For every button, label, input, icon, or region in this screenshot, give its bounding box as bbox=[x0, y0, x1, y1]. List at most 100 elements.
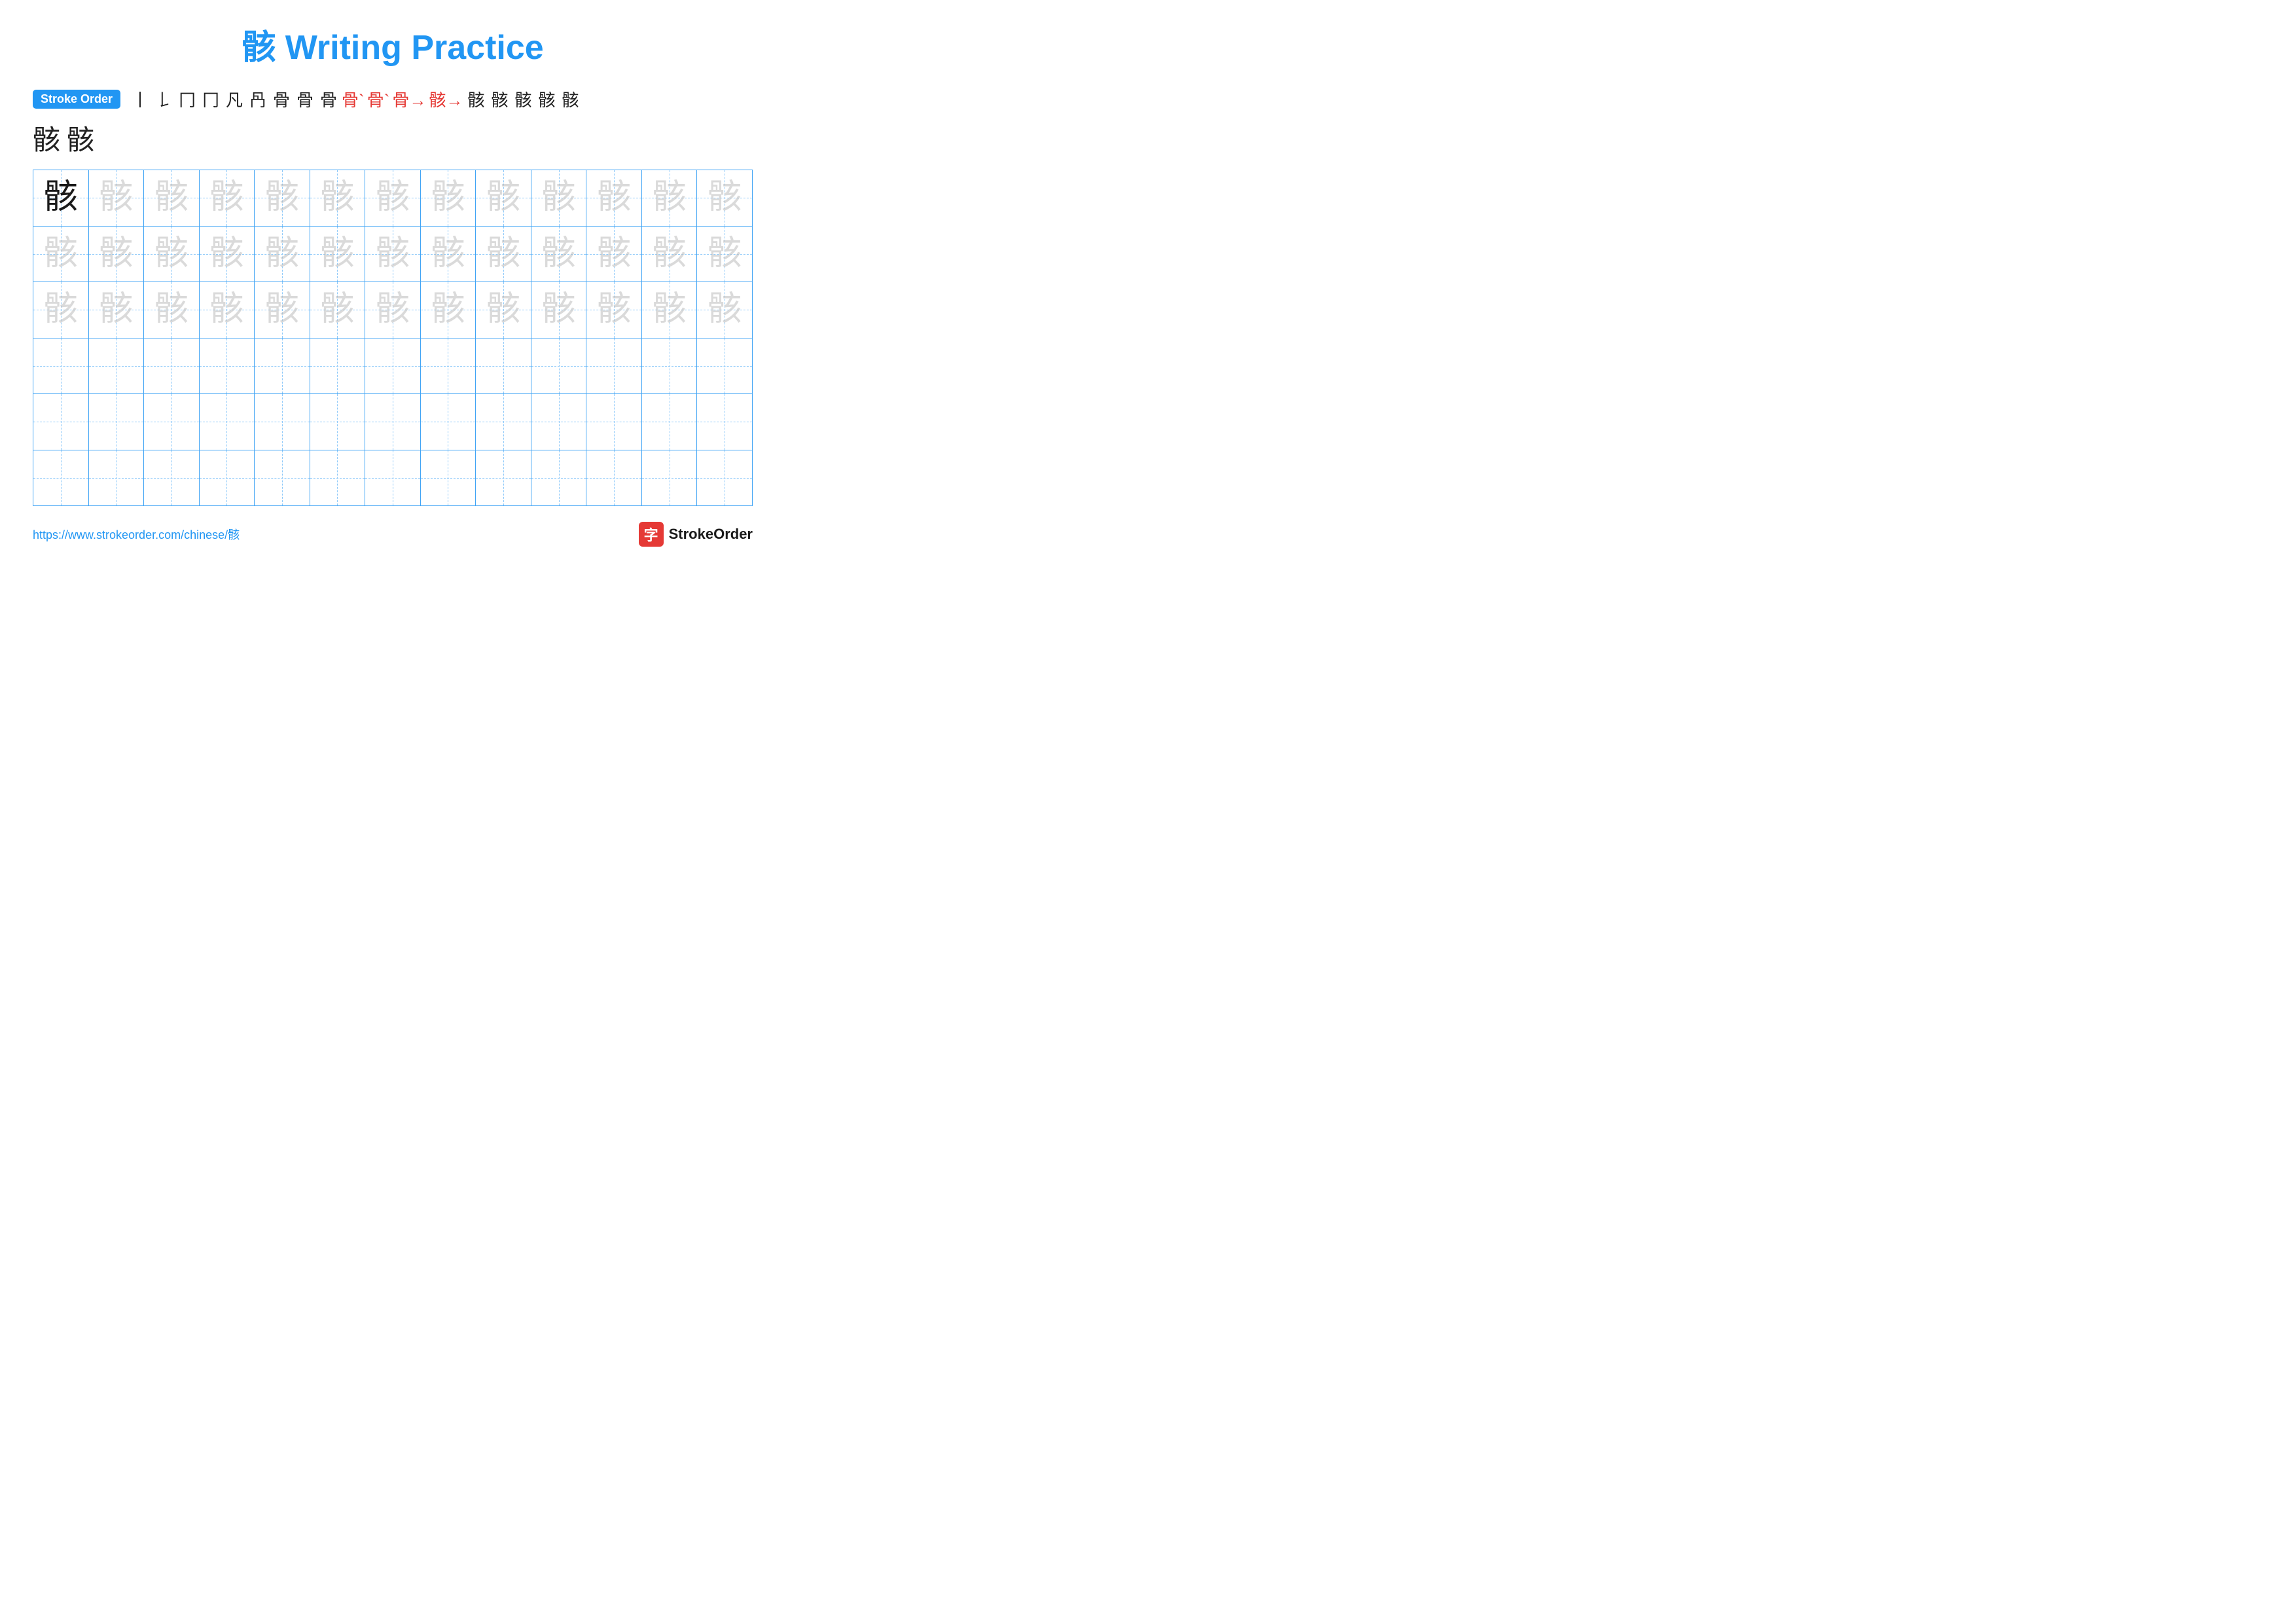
grid-cell-4-3[interactable] bbox=[144, 338, 200, 394]
grid-cell-1-1[interactable]: 骸 bbox=[33, 170, 89, 226]
grid-cell-4-12[interactable] bbox=[642, 338, 698, 394]
grid-cell-3-1[interactable]: 骸 bbox=[33, 282, 89, 338]
grid-cell-6-11[interactable] bbox=[586, 450, 642, 506]
grid-cell-2-7[interactable]: 骸 bbox=[365, 227, 421, 282]
grid-cell-6-3[interactable] bbox=[144, 450, 200, 506]
grid-cell-5-12[interactable] bbox=[642, 394, 698, 450]
stroke-2: 𠄌 bbox=[153, 87, 174, 111]
grid-cell-2-4[interactable]: 骸 bbox=[200, 227, 255, 282]
grid-cell-2-2[interactable]: 骸 bbox=[89, 227, 145, 282]
grid-cell-1-8[interactable]: 骸 bbox=[421, 170, 476, 226]
grid-cell-3-2[interactable]: 骸 bbox=[89, 282, 145, 338]
grid-cell-4-11[interactable] bbox=[586, 338, 642, 394]
grid-cell-2-1[interactable]: 骸 bbox=[33, 227, 89, 282]
grid-cell-4-7[interactable] bbox=[365, 338, 421, 394]
grid-cell-1-13[interactable]: 骸 bbox=[697, 170, 752, 226]
stroke-8: 骨 bbox=[295, 87, 315, 111]
stroke-order-badge: Stroke Order bbox=[33, 90, 120, 109]
grid-cell-6-5[interactable] bbox=[255, 450, 310, 506]
grid-cell-3-9[interactable]: 骸 bbox=[476, 282, 531, 338]
grid-cell-1-12[interactable]: 骸 bbox=[642, 170, 698, 226]
grid-cell-5-9[interactable] bbox=[476, 394, 531, 450]
grid-cell-3-5[interactable]: 骸 bbox=[255, 282, 310, 338]
grid-cell-2-12[interactable]: 骸 bbox=[642, 227, 698, 282]
stroke-1: 丨 bbox=[130, 87, 151, 111]
grid-cell-6-2[interactable] bbox=[89, 450, 145, 506]
page-title: 骸 Writing Practice bbox=[33, 20, 753, 69]
grid-cell-3-4[interactable]: 骸 bbox=[200, 282, 255, 338]
stroke-13: 骸→ bbox=[429, 87, 463, 111]
grid-cell-2-10[interactable]: 骸 bbox=[531, 227, 587, 282]
stroke-17: 骸 bbox=[536, 87, 557, 111]
grid-cell-5-3[interactable] bbox=[144, 394, 200, 450]
stroke-11: 骨` bbox=[367, 87, 390, 111]
grid-cell-5-11[interactable] bbox=[586, 394, 642, 450]
grid-cell-5-6[interactable] bbox=[310, 394, 366, 450]
grid-cell-4-4[interactable] bbox=[200, 338, 255, 394]
grid-cell-2-6[interactable]: 骸 bbox=[310, 227, 366, 282]
grid-cell-1-4[interactable]: 骸 bbox=[200, 170, 255, 226]
grid-cell-1-10[interactable]: 骸 bbox=[531, 170, 587, 226]
grid-cell-3-3[interactable]: 骸 bbox=[144, 282, 200, 338]
grid-cell-1-9[interactable]: 骸 bbox=[476, 170, 531, 226]
grid-cell-4-10[interactable] bbox=[531, 338, 587, 394]
grid-cell-4-6[interactable] bbox=[310, 338, 366, 394]
grid-cell-2-3[interactable]: 骸 bbox=[144, 227, 200, 282]
grid-cell-5-7[interactable] bbox=[365, 394, 421, 450]
stroke-16: 骸 bbox=[512, 87, 533, 111]
grid-cell-3-7[interactable]: 骸 bbox=[365, 282, 421, 338]
grid-cell-4-8[interactable] bbox=[421, 338, 476, 394]
grid-cell-2-5[interactable]: 骸 bbox=[255, 227, 310, 282]
grid-cell-2-9[interactable]: 骸 bbox=[476, 227, 531, 282]
grid-row-2: 骸 骸 骸 骸 骸 骸 骸 骸 骸 骸 骸 骸 骸 bbox=[33, 227, 752, 283]
grid-cell-2-13[interactable]: 骸 bbox=[697, 227, 752, 282]
grid-cell-2-11[interactable]: 骸 bbox=[586, 227, 642, 282]
grid-cell-6-9[interactable] bbox=[476, 450, 531, 506]
grid-cell-1-5[interactable]: 骸 bbox=[255, 170, 310, 226]
grid-cell-2-8[interactable]: 骸 bbox=[421, 227, 476, 282]
grid-cell-4-1[interactable] bbox=[33, 338, 89, 394]
grid-cell-3-10[interactable]: 骸 bbox=[531, 282, 587, 338]
grid-cell-1-6[interactable]: 骸 bbox=[310, 170, 366, 226]
grid-cell-3-12[interactable]: 骸 bbox=[642, 282, 698, 338]
stroke-15: 骸 bbox=[489, 87, 510, 111]
grid-cell-5-13[interactable] bbox=[697, 394, 752, 450]
grid-cell-5-4[interactable] bbox=[200, 394, 255, 450]
grid-cell-3-6[interactable]: 骸 bbox=[310, 282, 366, 338]
stroke-3: 冂 bbox=[177, 87, 198, 111]
grid-cell-1-11[interactable]: 骸 bbox=[586, 170, 642, 226]
stroke-18: 骸 bbox=[560, 87, 581, 111]
grid-cell-6-13[interactable] bbox=[697, 450, 752, 506]
stroke-chars-container: 丨 𠄌 冂 冂 凡 冎 骨 骨 骨 骨` 骨` 骨→ 骸→ 骸 骸 骸 骸 骸 bbox=[130, 87, 581, 111]
grid-cell-3-11[interactable]: 骸 bbox=[586, 282, 642, 338]
grid-cell-6-7[interactable] bbox=[365, 450, 421, 506]
reference-char-1: 骸 bbox=[33, 118, 60, 158]
grid-cell-5-10[interactable] bbox=[531, 394, 587, 450]
grid-cell-6-1[interactable] bbox=[33, 450, 89, 506]
grid-cell-1-3[interactable]: 骸 bbox=[144, 170, 200, 226]
footer-url[interactable]: https://www.strokeorder.com/chinese/骸 bbox=[33, 526, 240, 543]
grid-cell-6-4[interactable] bbox=[200, 450, 255, 506]
grid-cell-6-8[interactable] bbox=[421, 450, 476, 506]
grid-cell-4-9[interactable] bbox=[476, 338, 531, 394]
grid-cell-3-13[interactable]: 骸 bbox=[697, 282, 752, 338]
grid-cell-3-8[interactable]: 骸 bbox=[421, 282, 476, 338]
logo-icon: 字 bbox=[639, 522, 664, 547]
grid-cell-6-10[interactable] bbox=[531, 450, 587, 506]
grid-cell-6-12[interactable] bbox=[642, 450, 698, 506]
practice-grid[interactable]: 骸 骸 骸 骸 骸 骸 骸 骸 骸 骸 骸 骸 骸 骸 骸 骸 骸 骸 骸 骸 … bbox=[33, 170, 753, 506]
reference-char-2: 骸 bbox=[67, 118, 94, 158]
grid-cell-1-2[interactable]: 骸 bbox=[89, 170, 145, 226]
grid-cell-6-6[interactable] bbox=[310, 450, 366, 506]
grid-cell-4-13[interactable] bbox=[697, 338, 752, 394]
grid-cell-4-5[interactable] bbox=[255, 338, 310, 394]
grid-cell-1-7[interactable]: 骸 bbox=[365, 170, 421, 226]
stroke-4: 冂 bbox=[200, 87, 221, 111]
grid-cell-4-2[interactable] bbox=[89, 338, 145, 394]
grid-cell-5-5[interactable] bbox=[255, 394, 310, 450]
stroke-9: 骨 bbox=[318, 87, 339, 111]
stroke-14: 骸 bbox=[465, 87, 486, 111]
grid-cell-5-1[interactable] bbox=[33, 394, 89, 450]
grid-cell-5-8[interactable] bbox=[421, 394, 476, 450]
grid-cell-5-2[interactable] bbox=[89, 394, 145, 450]
